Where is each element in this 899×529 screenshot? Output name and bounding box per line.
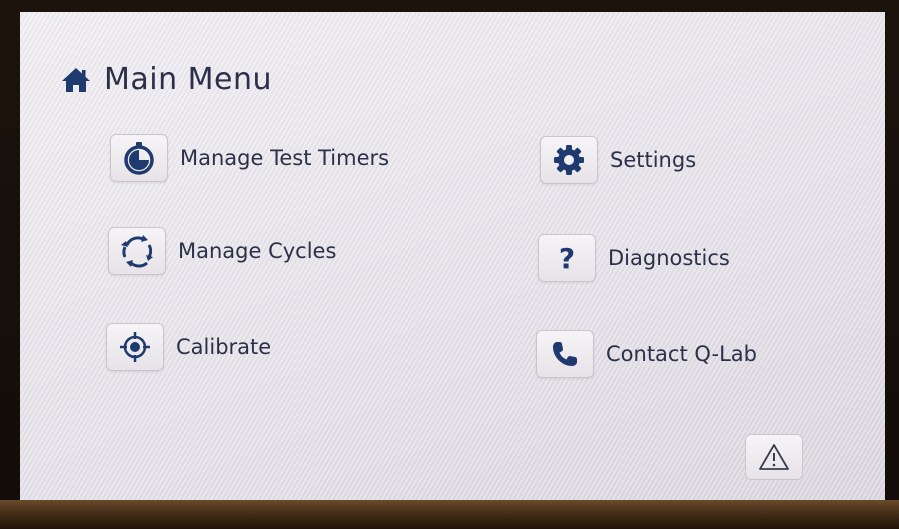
menu-item-label: Settings: [610, 148, 697, 172]
settings-button[interactable]: Settings: [540, 136, 696, 184]
phone-icon-box[interactable]: [536, 330, 594, 378]
crosshair-icon: [120, 332, 150, 362]
diagnostics-button[interactable]: ? Diagnostics: [538, 234, 730, 282]
device-bezel-bottom: [0, 500, 899, 529]
cycle-icon-box[interactable]: [108, 227, 166, 275]
gear-icon-box[interactable]: [540, 136, 598, 184]
manage-cycles-button[interactable]: Manage Cycles: [108, 227, 336, 275]
menu-item-label: Manage Test Timers: [180, 146, 390, 170]
cycle-icon: [121, 235, 153, 268]
warning-icon: [759, 444, 789, 470]
touch-screen: Main Menu Manage Test Timers Settings Ma…: [20, 12, 885, 500]
menu-item-label: Calibrate: [176, 335, 272, 359]
manage-test-timers-button[interactable]: Manage Test Timers: [110, 134, 389, 182]
crosshair-icon-box[interactable]: [106, 323, 164, 371]
warning-button[interactable]: [745, 434, 803, 480]
stopwatch-icon-box[interactable]: [110, 134, 168, 182]
question-icon: ?: [558, 241, 576, 275]
page-header: Main Menu: [60, 62, 272, 97]
phone-icon: [553, 342, 577, 366]
menu-item-label: Diagnostics: [608, 246, 730, 270]
question-icon-box[interactable]: ?: [538, 234, 596, 282]
contact-q-lab-button[interactable]: Contact Q-Lab: [536, 330, 757, 378]
home-icon[interactable]: [60, 66, 92, 94]
calibrate-button[interactable]: Calibrate: [106, 323, 271, 371]
menu-item-label: Contact Q-Lab: [606, 342, 757, 366]
page-title: Main Menu: [104, 62, 273, 97]
menu-item-label: Manage Cycles: [178, 239, 337, 263]
stopwatch-icon: [124, 142, 154, 175]
gear-icon: [554, 145, 584, 175]
